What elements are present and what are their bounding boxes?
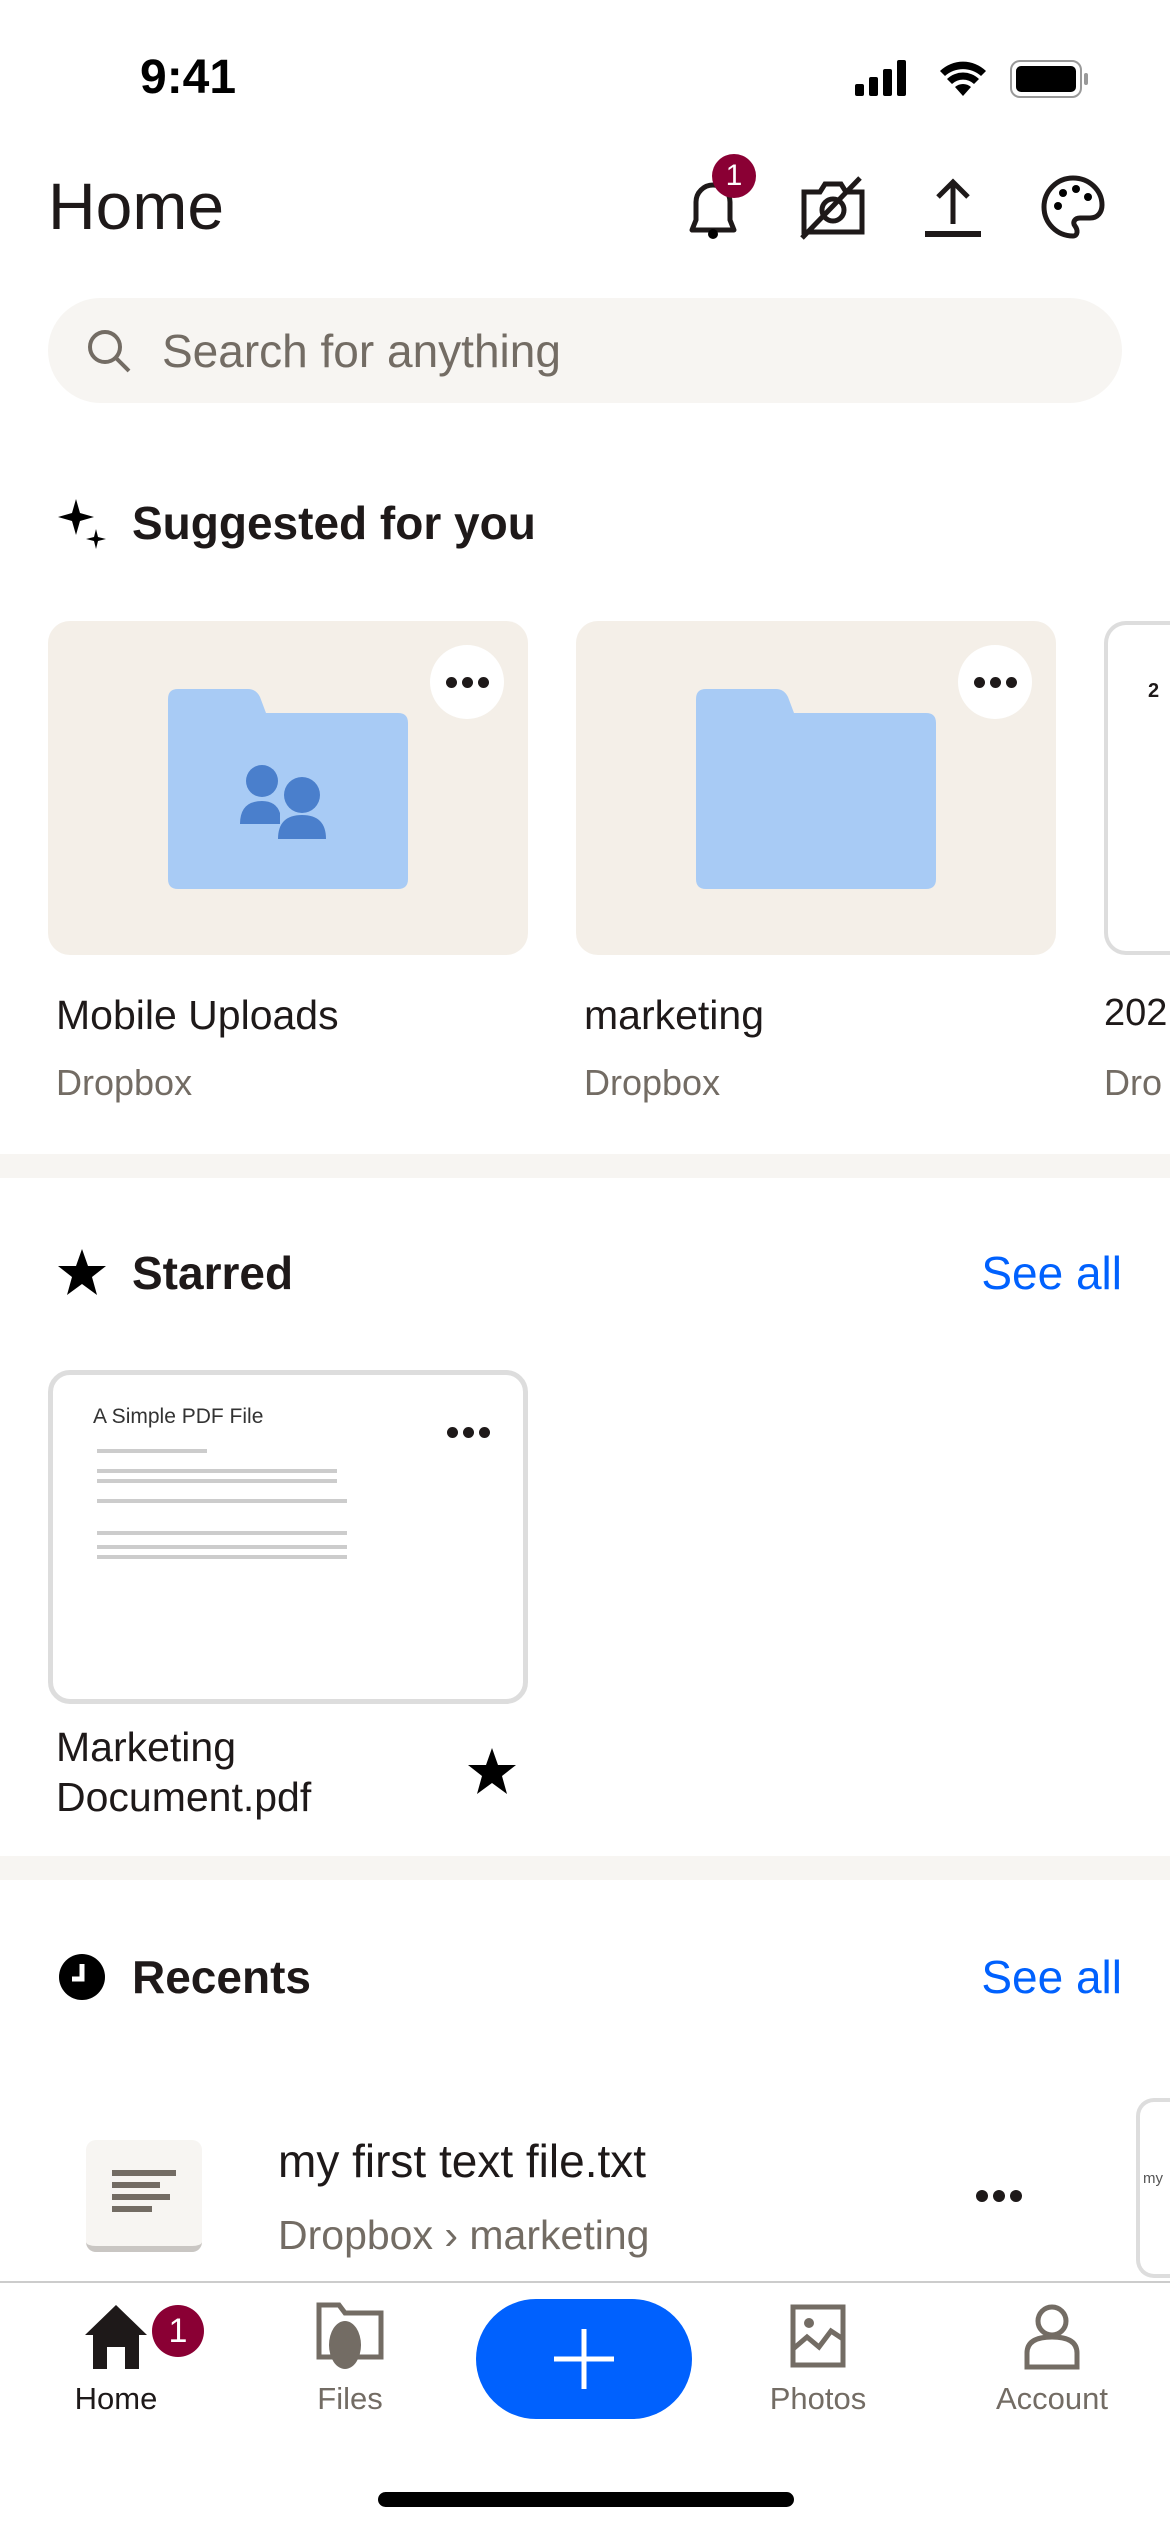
more-options-button[interactable] [431,1395,505,1469]
item-name[interactable]: 202 [1104,992,1167,1035]
item-name[interactable]: Marketing Document.pdf [56,1722,311,1822]
tab-files[interactable]: Files [250,2301,450,2417]
section-divider [0,1154,1170,1178]
camera-uploads-button[interactable] [798,172,868,242]
thumbnail-text: 2 [1148,680,1160,702]
starred-title: Starred [132,1247,294,1299]
search-icon [88,329,131,372]
item-name-line: Marketing [56,1724,237,1770]
status-time: 9:41 [140,51,237,104]
item-name[interactable]: marketing [584,992,764,1039]
camera-off-icon [800,176,865,240]
folder-icon [316,2302,384,2369]
tab-photos[interactable]: Photos [718,2301,918,2417]
upload-button[interactable] [918,172,988,242]
tab-label: Files [317,2381,383,2416]
battery-icon [1010,60,1090,103]
upload-icon [925,178,981,237]
recents-heading: Recents [56,1950,311,2004]
search-placeholder: Search for anything [162,324,561,377]
wifi-icon [938,58,988,101]
starred-see-all-link[interactable]: See all [981,1246,1122,1300]
recents-see-all-link[interactable]: See all [981,1950,1122,2004]
recent-file-path: Dropbox › marketing [278,2212,650,2258]
suggested-title: Suggested for you [132,497,536,549]
thumbnail-text: my [1143,2170,1163,2187]
recent-file-name: my first text file.txt [278,2135,647,2187]
plus-icon [554,2329,614,2389]
search-input[interactable]: Search for anything [48,298,1122,403]
clock-icon [59,1954,105,2000]
account-icon [1024,2304,1080,2370]
recent-thumbnail-card[interactable]: my [1136,2098,1170,2278]
more-options-button[interactable] [430,645,504,719]
item-location: Dro [1104,1062,1163,1103]
notifications-button[interactable]: 1 [678,154,756,242]
folder-icon [696,689,936,889]
item-name[interactable]: Mobile Uploads [56,992,339,1039]
suggested-heading: Suggested for you [56,496,536,550]
tab-account[interactable]: Account [952,2301,1152,2417]
tab-home[interactable]: Home 1 [16,2301,216,2417]
recents-title: Recents [132,1951,311,2003]
home-indicator [378,2492,794,2507]
section-divider [0,1856,1170,1880]
home-icon [85,2305,147,2369]
signal-icon [855,60,915,101]
tab-badge: 1 [152,2305,204,2357]
recent-list-item[interactable]: my first text file.txt Dropbox › marketi… [0,2110,1120,2280]
more-options-button[interactable] [958,645,1032,719]
theme-button[interactable] [1038,172,1108,242]
starred-star-icon[interactable] [466,1746,518,1798]
notification-badge: 1 [712,154,756,198]
tab-label: Photos [769,2381,867,2416]
text-file-icon [86,2140,202,2252]
item-name-line: Document.pdf [56,1774,312,1820]
page-title: Home [48,169,225,243]
star-icon [58,1249,106,1295]
tab-label: Home [74,2381,158,2416]
suggested-card-marketing[interactable] [576,621,1056,955]
photo-icon [790,2304,846,2368]
shared-folder-icon [168,689,408,889]
more-options-button[interactable] [976,2190,1022,2202]
suggested-card-mobile-uploads[interactable] [48,621,528,955]
pdf-preview-title: A Simple PDF File [93,1405,264,1428]
create-button[interactable] [476,2299,692,2419]
starred-card-pdf[interactable]: A Simple PDF File [48,1370,528,1704]
tab-label: Account [995,2381,1108,2416]
item-location: Dropbox [56,1062,193,1103]
starred-heading: Starred [56,1246,293,1300]
suggested-card-document[interactable]: 2 [1104,621,1170,955]
sparkle-icon [58,499,106,549]
item-location: Dropbox [584,1062,721,1103]
palette-icon [1041,175,1105,239]
